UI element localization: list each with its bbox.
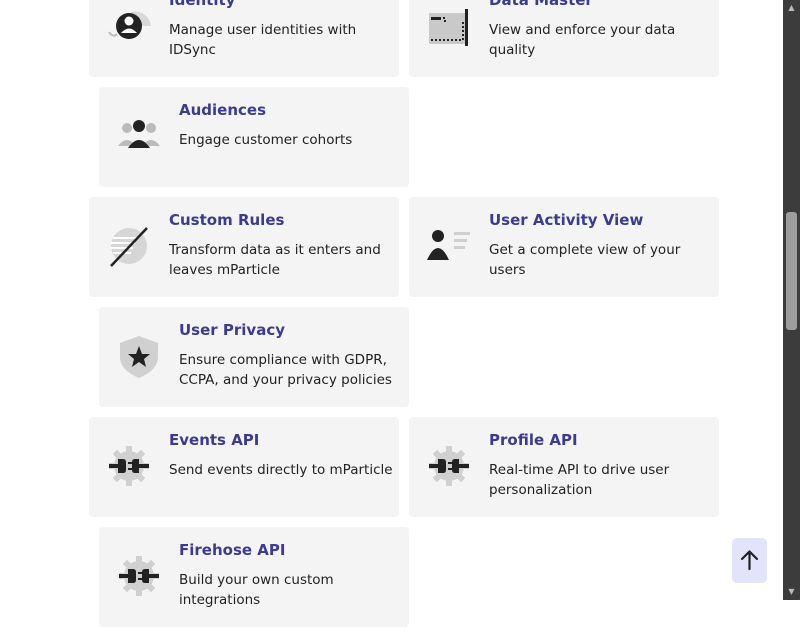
card-user-privacy[interactable]: User Privacy Ensure compliance with GDPR… (99, 307, 409, 407)
card-firehose-api[interactable]: Firehose API Build your own custom integ… (99, 527, 409, 627)
card-description: Real-time API to drive user personalizat… (489, 462, 670, 498)
scroll-down-arrow-icon[interactable]: ▼ (783, 584, 800, 600)
card-title: Identity (169, 0, 236, 9)
plug-gear-icon (107, 444, 151, 488)
card-title: Firehose API (179, 541, 286, 559)
arrow-up-icon (740, 550, 759, 571)
card-description: Manage user identities with IDSync (169, 22, 357, 58)
plug-gear-icon (117, 554, 161, 598)
card-description: View and enforce your data quality (489, 22, 676, 58)
scrollbar-thumb[interactable] (786, 212, 797, 330)
card-description: Build your own custom integrations (179, 572, 334, 608)
audiences-icon (117, 114, 161, 158)
card-title: Audiences (179, 101, 267, 119)
vertical-scrollbar[interactable]: ▲ ▼ (783, 0, 800, 600)
card-data-master[interactable]: Data Master View and enforce your data q… (409, 0, 719, 77)
user-activity-icon (427, 224, 471, 268)
card-title: Events API (169, 431, 260, 449)
card-events-api[interactable]: Events API Send events directly to mPart… (89, 417, 399, 517)
card-title: User Privacy (179, 321, 286, 339)
card-user-activity-view[interactable]: User Activity View Get a complete view o… (409, 197, 719, 297)
card-title: Custom Rules (169, 211, 285, 229)
identity-icon (107, 4, 151, 48)
card-description: Engage customer cohorts (179, 132, 353, 148)
card-description: Ensure compliance with GDPR, CCPA, and y… (179, 352, 392, 388)
data-master-icon (427, 4, 471, 48)
shield-star-icon (117, 334, 161, 378)
custom-rules-icon (107, 224, 151, 268)
card-identity[interactable]: Identity Manage user identities with IDS… (89, 0, 399, 77)
card-description: Send events directly to mParticle (169, 462, 393, 478)
card-title: User Activity View (489, 211, 644, 229)
scroll-up-arrow-icon[interactable]: ▲ (783, 0, 800, 16)
card-title: Profile API (489, 431, 578, 449)
card-custom-rules[interactable]: Custom Rules Transform data as it enters… (89, 197, 399, 297)
card-title: Data Master (489, 0, 593, 9)
plug-gear-icon (427, 444, 471, 488)
card-description: Get a complete view of your users (489, 242, 681, 278)
card-audiences[interactable]: Audiences Engage customer cohorts (99, 87, 409, 187)
card-description: Transform data as it enters and leaves m… (169, 242, 381, 278)
card-profile-api[interactable]: Profile API Real-time API to drive user … (409, 417, 719, 517)
back-to-top-button[interactable] (732, 538, 767, 583)
